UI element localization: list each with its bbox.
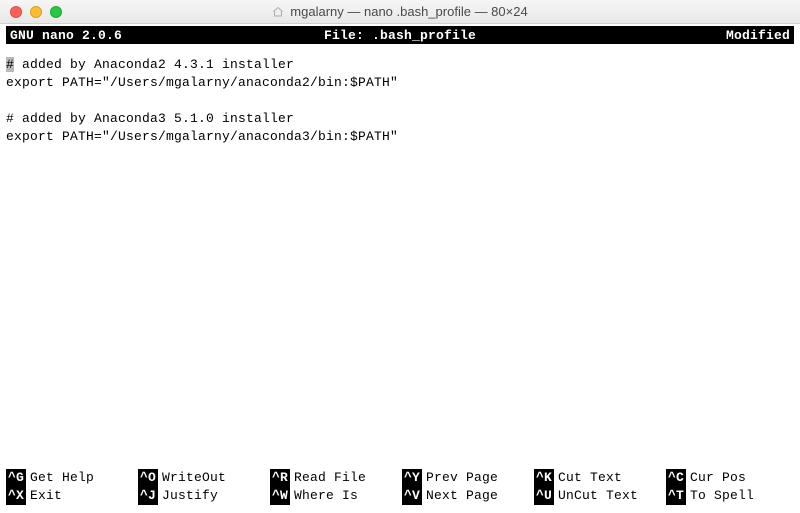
nano-statusbar-wrap: GNU nano 2.0.6 File: .bash_profile Modif…	[6, 26, 794, 44]
help-key: ^X	[6, 487, 26, 505]
help-command: ^XExit	[6, 487, 134, 505]
editor-line[interactable]: export PATH="/Users/mgalarny/anaconda2/b…	[6, 74, 794, 92]
help-command: ^GGet Help	[6, 469, 134, 487]
help-key: ^C	[666, 469, 686, 487]
help-command: ^YPrev Page	[402, 469, 530, 487]
nano-app-name: GNU nano 2.0.6	[10, 28, 122, 43]
nano-modified: Modified	[726, 28, 790, 43]
traffic-lights	[10, 6, 62, 18]
help-label: Justify	[162, 487, 218, 505]
editor-line[interactable]: # added by Anaconda2 4.3.1 installer	[6, 56, 794, 74]
window-title: mgalarny — nano .bash_profile — 80×24	[290, 4, 527, 19]
help-command: ^VNext Page	[402, 487, 530, 505]
minimize-button[interactable]	[30, 6, 42, 18]
editor-area[interactable]: # added by Anaconda2 4.3.1 installerexpo…	[6, 44, 794, 469]
help-label: Prev Page	[426, 469, 498, 487]
help-key: ^Y	[402, 469, 422, 487]
help-label: Read File	[294, 469, 366, 487]
editor-line[interactable]	[6, 92, 794, 110]
help-command: ^CCur Pos	[666, 469, 794, 487]
help-key: ^T	[666, 487, 686, 505]
help-label: Exit	[30, 487, 62, 505]
help-command: ^KCut Text	[534, 469, 662, 487]
help-key: ^R	[270, 469, 290, 487]
home-icon	[272, 6, 284, 18]
help-label: UnCut Text	[558, 487, 638, 505]
zoom-button[interactable]	[50, 6, 62, 18]
cursor: #	[6, 57, 14, 72]
nano-help-bar: ^GGet Help^OWriteOut^RRead File^YPrev Pa…	[6, 469, 794, 507]
window-title-wrap: mgalarny — nano .bash_profile — 80×24	[0, 4, 800, 19]
help-key: ^G	[6, 469, 26, 487]
terminal-body[interactable]: GNU nano 2.0.6 File: .bash_profile Modif…	[0, 24, 800, 513]
help-command: ^TTo Spell	[666, 487, 794, 505]
close-button[interactable]	[10, 6, 22, 18]
nano-statusbar: GNU nano 2.0.6 File: .bash_profile Modif…	[6, 26, 794, 44]
help-command: ^RRead File	[270, 469, 398, 487]
help-key: ^J	[138, 487, 158, 505]
help-label: Get Help	[30, 469, 94, 487]
help-label: WriteOut	[162, 469, 226, 487]
help-key: ^O	[138, 469, 158, 487]
editor-line[interactable]: export PATH="/Users/mgalarny/anaconda3/b…	[6, 128, 794, 146]
macos-titlebar: mgalarny — nano .bash_profile — 80×24	[0, 0, 800, 24]
help-command: ^JJustify	[138, 487, 266, 505]
help-label: To Spell	[690, 487, 754, 505]
help-label: Cur Pos	[690, 469, 746, 487]
help-key: ^V	[402, 487, 422, 505]
help-label: Next Page	[426, 487, 498, 505]
nano-file-label: File: .bash_profile	[324, 28, 476, 43]
help-command: ^WWhere Is	[270, 487, 398, 505]
help-command: ^UUnCut Text	[534, 487, 662, 505]
help-key: ^K	[534, 469, 554, 487]
help-key: ^W	[270, 487, 290, 505]
help-label: Cut Text	[558, 469, 622, 487]
terminal-window: mgalarny — nano .bash_profile — 80×24 GN…	[0, 0, 800, 513]
help-key: ^U	[534, 487, 554, 505]
help-command: ^OWriteOut	[138, 469, 266, 487]
editor-line[interactable]: # added by Anaconda3 5.1.0 installer	[6, 110, 794, 128]
help-label: Where Is	[294, 487, 358, 505]
